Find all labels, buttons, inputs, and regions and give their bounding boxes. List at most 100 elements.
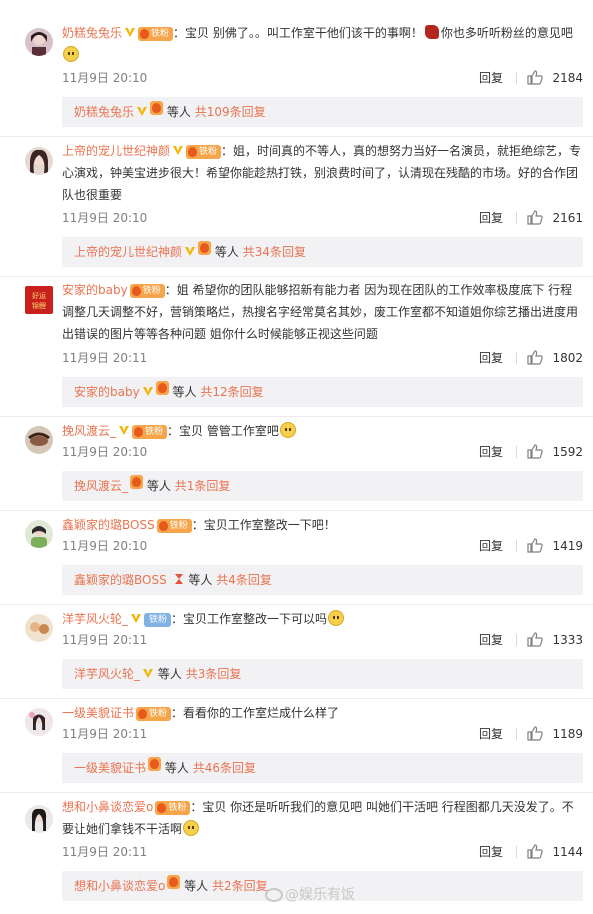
reply-summary[interactable]: 一级美貌证书 等人 共46条回复 [62, 753, 583, 783]
avatar[interactable] [25, 805, 53, 833]
comment-text: ：宝贝工作室整改一下吧！ [191, 518, 336, 532]
reply-count-link[interactable]: 共2条回复 [212, 879, 268, 893]
reply-username[interactable]: 想和小鼻谈恋爱o [74, 879, 165, 893]
reply-button[interactable]: 回复 [479, 725, 503, 743]
comment-username[interactable]: 挽风渡云_ [62, 424, 116, 438]
comment-body: 想和小鼻谈恋爱o 铁粉 ：宝贝 你还是听听我们的意见吧 叫她们干活吧 行程图都几天没… [62, 796, 582, 840]
reply-button[interactable]: 回复 [479, 537, 503, 555]
comment-username[interactable]: 洋芋风火轮_ [62, 612, 128, 626]
comment-username[interactable]: 想和小鼻谈恋爱o [62, 800, 153, 814]
watermark: @娱乐有饭 [265, 884, 355, 906]
comment-meta: 11月9日 20:11 回复 1333 [62, 631, 583, 649]
verified-v-icon [131, 614, 142, 623]
fan-badge-mini-icon [130, 475, 144, 489]
divider [0, 792, 593, 793]
avatar[interactable] [25, 426, 53, 454]
reply-button[interactable]: 回复 [479, 443, 503, 461]
divider [516, 352, 517, 364]
like-count: 1144 [552, 845, 583, 859]
comment-meta: 11月9日 20:10 回复 2161 [62, 209, 583, 227]
fan-badge-mini-icon [150, 101, 164, 115]
reply-summary[interactable]: 安家的baby 等人 共12条回复 [62, 377, 583, 407]
divider [0, 604, 593, 605]
thumbs-up-icon [527, 844, 543, 859]
thumbs-up-icon [527, 632, 543, 647]
avatar[interactable] [25, 28, 53, 56]
verified-v-icon [173, 146, 184, 155]
reply-count-link[interactable]: 共12条回复 [200, 385, 263, 399]
fan-badge: 铁粉 [186, 145, 222, 159]
reply-button[interactable]: 回复 [479, 349, 503, 367]
comment-time: 11月9日 20:11 [62, 845, 148, 859]
fan-badge: 铁粉 [138, 27, 174, 41]
comment-meta: 11月9日 20:11 回复 1189 [62, 725, 583, 743]
reply-count-link[interactable]: 共46条回复 [193, 761, 256, 775]
comment-username[interactable]: 上帝的宠儿世纪神颜 [62, 144, 170, 158]
divider [0, 510, 593, 511]
reply-summary[interactable]: 上帝的宠儿世纪神颜 等人 共34条回复 [62, 237, 583, 267]
reply-button[interactable]: 回复 [479, 631, 503, 649]
divider [0, 698, 593, 699]
sad-emoji-icon [279, 422, 296, 438]
like-count: 2184 [552, 71, 583, 85]
reply-summary[interactable]: 洋芋风火轮_ 等人 共3条回复 [62, 659, 583, 689]
reply-username[interactable]: 洋芋风火轮_ [74, 667, 140, 681]
reply-count-link[interactable]: 共4条回复 [216, 573, 272, 587]
reply-summary[interactable]: 奶糕兔兔乐 等人 共109条回复 [62, 97, 583, 127]
others-label: 等人 [157, 667, 182, 681]
reply-count-link[interactable]: 共1条回复 [175, 479, 231, 493]
comment-body: 鑫颖家的璐BOSS 铁粉 ：宝贝工作室整改一下吧！ [62, 514, 582, 536]
verified-v-icon [137, 107, 148, 116]
comment-text: ：宝贝 管管工作室吧 [167, 424, 279, 438]
thumbs-up-icon [527, 444, 543, 459]
reply-button[interactable]: 回复 [479, 209, 503, 227]
reply-summary[interactable]: 鑫颖家的璐BOSS 等人 共4条回复 [62, 565, 583, 595]
fan-badge-mini-icon [148, 757, 162, 771]
comment-meta: 11月9日 20:11 回复 1802 [62, 349, 583, 367]
watermark-text: @娱乐有饭 [285, 887, 355, 903]
reply-username[interactable]: 鑫颖家的璐BOSS [74, 573, 167, 587]
verified-v-icon [125, 28, 136, 37]
reply-button[interactable]: 回复 [479, 843, 503, 861]
others-label: 等人 [214, 245, 239, 259]
comment-username[interactable]: 奶糕兔兔乐 [62, 26, 122, 40]
comment-body: 安家的baby 铁粉 ：姐 希望你的团队能够招新有能力者 因为现在团队的工作效率极度… [62, 279, 582, 345]
avatar[interactable] [25, 708, 53, 736]
divider [0, 136, 593, 137]
like-count: 1189 [552, 727, 583, 741]
reply-username[interactable]: 上帝的宠儿世纪神颜 [74, 245, 182, 259]
reply-count-link[interactable]: 共34条回复 [243, 245, 306, 259]
crying-emoji-icon [183, 820, 200, 836]
reply-count-link[interactable]: 共3条回复 [186, 667, 242, 681]
like-count: 1419 [552, 539, 583, 553]
comment-username[interactable]: 一级美貌证书 [62, 706, 134, 720]
others-label: 等人 [164, 761, 189, 775]
divider [516, 634, 517, 646]
verified-v-icon [119, 426, 130, 435]
reply-summary[interactable]: 挽风渡云_ 等人 共1条回复 [62, 471, 583, 501]
svg-text:锦鲤: 锦鲤 [32, 301, 46, 310]
comment-time: 11月9日 20:11 [62, 727, 148, 741]
comment-body: 洋芋风火轮_ 铁粉 ：宝贝工作室整改一下可以吗 [62, 608, 582, 630]
reply-username[interactable]: 奶糕兔兔乐 [74, 105, 134, 119]
reply-username[interactable]: 挽风渡云_ [74, 479, 128, 493]
avatar[interactable] [25, 614, 53, 642]
like-count: 2161 [552, 211, 583, 225]
reply-button[interactable]: 回复 [479, 69, 503, 87]
others-label: 等人 [166, 105, 191, 119]
like-count: 1333 [552, 633, 583, 647]
comment-username[interactable]: 鑫颖家的璐BOSS [62, 518, 155, 532]
reply-username[interactable]: 一级美貌证书 [74, 761, 146, 775]
avatar[interactable]: 好运 锦鲤 [25, 286, 53, 314]
thumbs-up-icon [527, 70, 543, 85]
avatar[interactable] [25, 520, 53, 548]
comment-username[interactable]: 安家的baby [62, 283, 128, 297]
comment-time: 11月9日 20:10 [62, 539, 148, 553]
reply-username[interactable]: 安家的baby [74, 385, 140, 399]
reply-count-link[interactable]: 共109条回复 [195, 105, 266, 119]
comment-text-continued: 你也多听听粉丝的意见吧 [440, 26, 573, 40]
like-count: 1802 [552, 351, 583, 365]
fan-badge: 铁粉 [155, 801, 191, 815]
fan-badge-mini-icon [198, 241, 212, 255]
avatar[interactable] [25, 147, 53, 175]
